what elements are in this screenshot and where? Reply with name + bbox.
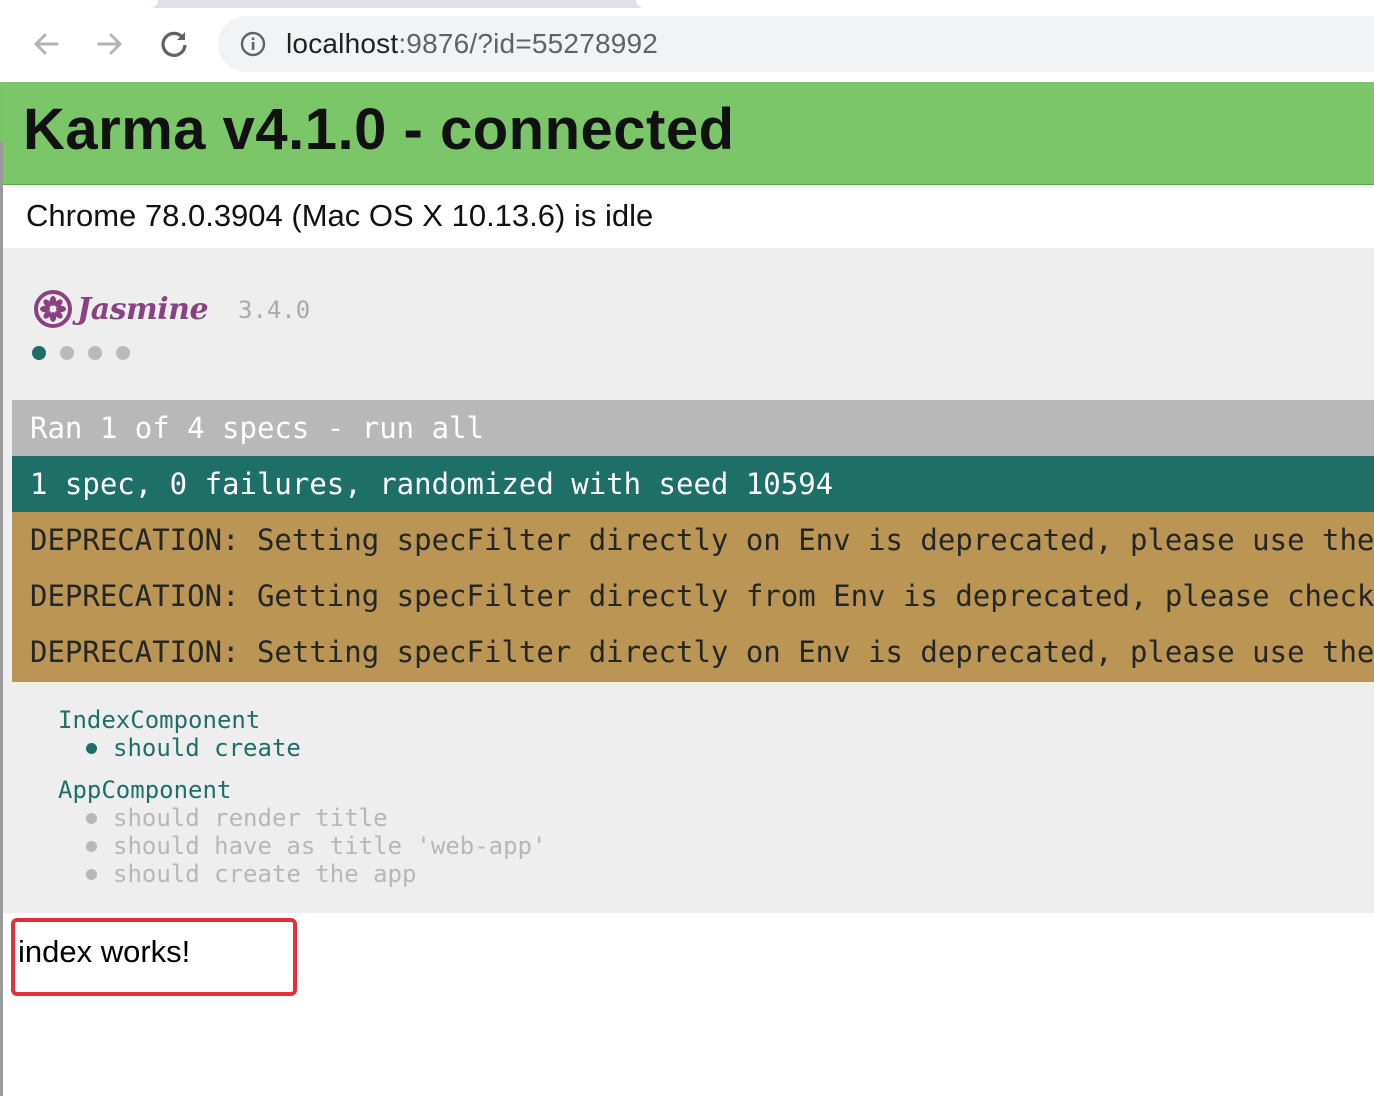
forward-arrow-icon xyxy=(97,33,123,55)
jasmine-reporter: Jasmine 3.4.0 Ran 1 of 4 specs - run all… xyxy=(3,248,1374,913)
excluded-bullet-icon xyxy=(86,812,97,824)
spec-label: should create xyxy=(113,734,301,762)
results-summary-bar: 1 spec, 0 failures, randomized with seed… xyxy=(12,456,1374,512)
url-path: :9876/?id=55278992 xyxy=(398,28,659,59)
karma-title: Karma v4.1.0 - connected xyxy=(23,97,735,162)
deprecation-warning: DEPRECATION: Setting specFilter directly… xyxy=(12,624,1374,682)
excluded-bullet-icon xyxy=(86,868,97,880)
forward-button[interactable] xyxy=(90,24,130,64)
browser-status: Chrome 78.0.3904 (Mac OS X 10.13.6) is i… xyxy=(26,198,654,233)
jasmine-version: 3.4.0 xyxy=(238,296,311,324)
tab-right-edge[interactable] xyxy=(636,0,1374,8)
tab-strip xyxy=(0,0,1374,8)
url-host: localhost xyxy=(286,28,399,59)
spec-tree: IndexComponent should create AppComponen… xyxy=(58,706,546,888)
karma-page: Karma v4.1.0 - connected Chrome 78.0.390… xyxy=(3,82,1374,1096)
spec-dot-excluded[interactable] xyxy=(116,346,130,360)
suite-title-app-component[interactable]: AppComponent xyxy=(58,776,546,804)
address-bar[interactable]: localhost:9876/?id=55278992 xyxy=(218,16,1374,72)
suite-title-index-component[interactable]: IndexComponent xyxy=(58,706,546,734)
spec-dot-excluded[interactable] xyxy=(60,346,74,360)
spec-dot-excluded[interactable] xyxy=(88,346,102,360)
spec-item-excluded[interactable]: should render title xyxy=(86,804,546,832)
spec-label: should create the app xyxy=(113,860,417,888)
jasmine-logo[interactable]: Jasmine xyxy=(33,288,209,330)
reload-button[interactable] xyxy=(154,24,194,64)
spec-item-passed[interactable]: should create xyxy=(86,734,546,762)
reload-icon xyxy=(161,31,187,57)
info-icon[interactable] xyxy=(240,31,266,57)
spec-label: should render title xyxy=(113,804,388,832)
spec-item-excluded[interactable]: should create the app xyxy=(86,860,546,888)
tab-left-edge[interactable] xyxy=(0,0,158,8)
spec-label: should have as title 'web-app' xyxy=(113,832,547,860)
back-button[interactable] xyxy=(26,24,66,64)
spec-list: should create xyxy=(58,734,546,762)
spec-dot-passed[interactable] xyxy=(32,346,46,360)
back-arrow-icon xyxy=(33,33,59,55)
excluded-bullet-icon xyxy=(86,840,97,852)
deprecation-warning: DEPRECATION: Setting specFilter directly… xyxy=(12,512,1374,568)
passed-bullet-icon xyxy=(86,742,97,754)
highlight-annotation-box xyxy=(11,918,297,996)
url-text[interactable]: localhost:9876/?id=55278992 xyxy=(286,28,658,60)
karma-banner: Karma v4.1.0 - connected xyxy=(3,82,1374,185)
browser-toolbar: localhost:9876/?id=55278992 xyxy=(0,0,1374,83)
spec-list: should render title should have as title… xyxy=(58,804,546,888)
spec-status-dots xyxy=(32,346,130,360)
jasmine-name: Jasmine xyxy=(77,291,209,327)
jasmine-flower-icon xyxy=(34,290,72,328)
ran-specs-bar[interactable]: Ran 1 of 4 specs - run all xyxy=(12,400,1374,456)
deprecation-warning: DEPRECATION: Getting specFilter directly… xyxy=(12,568,1374,624)
spec-item-excluded[interactable]: should have as title 'web-app' xyxy=(86,832,546,860)
